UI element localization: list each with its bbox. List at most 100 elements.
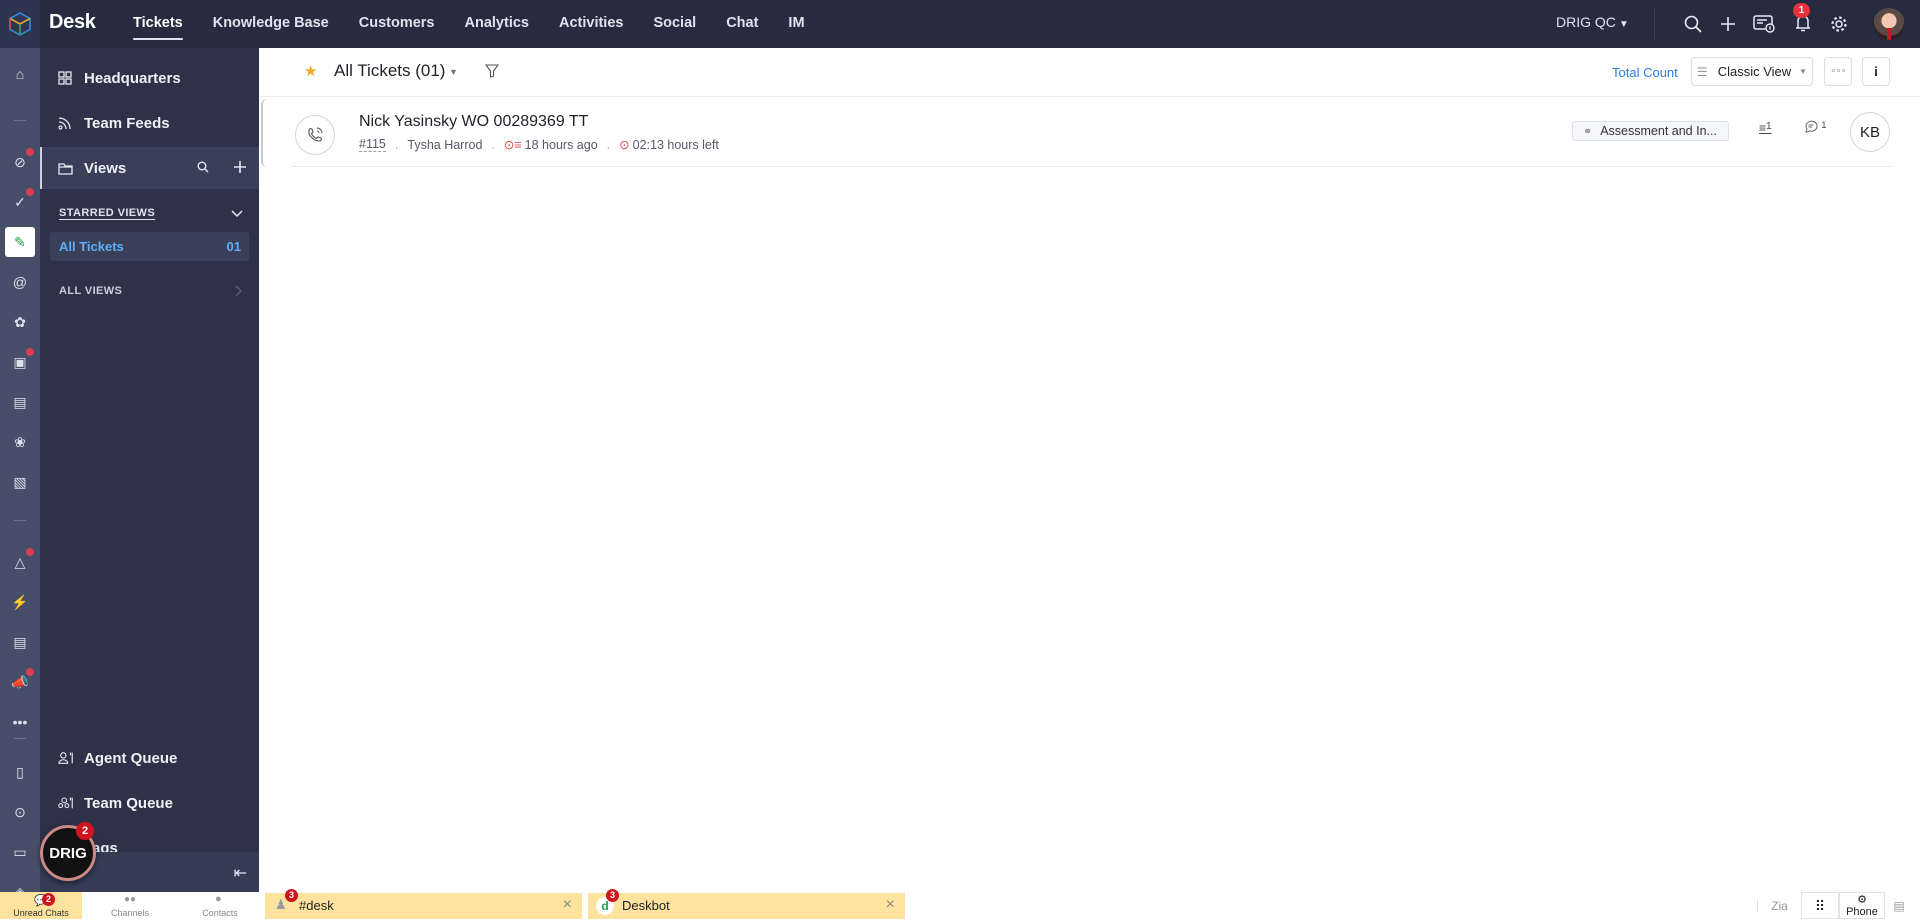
view-header: ★ All Tickets (01) ▼ Total Count ☰ Class… xyxy=(259,48,1920,97)
user-avatar[interactable] xyxy=(1873,8,1905,40)
zia-icon[interactable]: Zia xyxy=(1757,898,1801,913)
comment-count[interactable]: 1 xyxy=(1804,120,1826,136)
nav-tab-im[interactable]: IM xyxy=(773,0,819,48)
chat-window-title: #desk xyxy=(299,898,334,913)
panel-item-team-feeds[interactable]: Team Feeds xyxy=(40,102,259,144)
close-icon[interactable]: × xyxy=(886,896,895,914)
settings-card-icon[interactable]: ▧ xyxy=(8,470,32,494)
team-queue-icon xyxy=(58,795,74,811)
caret-down-icon[interactable]: ▼ xyxy=(449,67,458,77)
home-icon[interactable]: ⌂ xyxy=(8,62,32,86)
chatbar-tab-channels[interactable]: ●● Channels xyxy=(90,892,170,919)
search-views-icon[interactable] xyxy=(197,160,209,178)
dialpad-icon[interactable]: ⠿ xyxy=(1801,892,1839,919)
gear-icon[interactable] xyxy=(1827,12,1851,36)
info-button[interactable]: i xyxy=(1862,57,1890,86)
starred-views-heading[interactable]: STARRED VIEWS xyxy=(59,207,155,219)
panel-item-headquarters[interactable]: Headquarters xyxy=(40,57,259,99)
nav-tab-social[interactable]: Social xyxy=(638,0,711,48)
mountain-icon[interactable]: △ xyxy=(8,548,34,574)
nav-tab-tickets[interactable]: Tickets xyxy=(118,0,198,48)
tickets-icon[interactable]: ✎ xyxy=(5,227,35,257)
cubes-icon[interactable]: ❀ xyxy=(8,430,32,454)
archive-icon[interactable]: ▤ xyxy=(1885,899,1913,913)
search-icon[interactable] xyxy=(1681,12,1705,36)
unread-badge: 2 xyxy=(42,893,55,906)
due-clock-icon: ⊙ xyxy=(619,138,630,152)
at-mention-icon[interactable]: @ xyxy=(8,270,32,294)
all-views-heading[interactable]: ALL VIEWS xyxy=(59,285,122,297)
filter-icon[interactable] xyxy=(484,64,500,83)
caret-down-icon: ▼ xyxy=(1799,67,1808,76)
org-name: DRIG QC xyxy=(1556,14,1616,30)
nav-tab-activities[interactable]: Activities xyxy=(544,0,638,48)
tab-label: Channels xyxy=(110,908,150,918)
ticket-subject[interactable]: Nick Yasinsky WO 00289369 TT xyxy=(359,113,588,131)
more-dots-icon: ∘∘∘ xyxy=(1830,66,1847,77)
assignee-avatar[interactable]: KB xyxy=(1850,112,1890,152)
chat-badge: 3 xyxy=(285,889,298,902)
ticket-number[interactable]: #115 xyxy=(359,137,386,152)
feed-icon xyxy=(58,115,74,131)
ticket-info-icon[interactable] xyxy=(1752,12,1776,36)
more-options-button[interactable]: ∘∘∘ xyxy=(1824,57,1852,86)
starred-view-all-tickets[interactable]: All Tickets 01 xyxy=(50,232,249,261)
more-icon[interactable]: ••• xyxy=(8,710,32,734)
separator: . xyxy=(606,137,611,152)
side-panel: Headquarters Team Feeds Views STARRED VI… xyxy=(40,48,259,892)
view-name: All Tickets xyxy=(59,239,124,254)
nav-tab-chat[interactable]: Chat xyxy=(711,0,773,48)
ticket-contact[interactable]: Tysha Harrod xyxy=(407,138,482,152)
total-count-link[interactable]: Total Count xyxy=(1612,65,1678,80)
ticket-tag[interactable]: ⚭ Assessment and In... xyxy=(1572,121,1729,141)
panel-item-team-queue[interactable]: Team Queue xyxy=(40,782,259,824)
chat-badge: 3 xyxy=(606,889,619,902)
plus-icon[interactable] xyxy=(1716,12,1740,36)
chat-window-deskbot[interactable]: d 3 Deskbot × xyxy=(588,889,905,919)
chatbar-tab-unread-chats[interactable]: 💬 2 Unread Chats xyxy=(0,892,82,919)
view-title[interactable]: All Tickets (01) xyxy=(334,61,445,81)
search-zoom-icon[interactable]: ⊙ xyxy=(8,800,32,824)
add-view-icon[interactable] xyxy=(233,160,247,178)
view-mode-dropdown[interactable]: ☰ Classic View ▼ xyxy=(1691,57,1813,86)
nav-tab-knowledge-base[interactable]: Knowledge Base xyxy=(198,0,344,48)
folder-icon xyxy=(58,160,74,176)
flower-icon[interactable]: ✿ xyxy=(8,310,32,334)
wallet-icon[interactable]: ▭ xyxy=(8,840,32,864)
contact-book-icon[interactable]: ▯ xyxy=(8,760,32,784)
panel-item-views[interactable]: Views xyxy=(40,147,259,189)
chevron-right-icon[interactable] xyxy=(235,284,243,302)
star-icon[interactable]: ★ xyxy=(304,62,317,80)
channel-phone-icon xyxy=(295,115,335,155)
phone-settings-button[interactable]: ⚙ Phone xyxy=(1839,892,1885,919)
thread-count[interactable]: ≡1 xyxy=(1759,121,1772,135)
note-icon[interactable]: ▤ xyxy=(8,630,32,654)
group-icon: ●● xyxy=(124,894,137,905)
tab-label: Contacts xyxy=(202,908,238,918)
close-icon[interactable]: × xyxy=(563,896,572,914)
rail-divider xyxy=(14,520,26,521)
app-logo[interactable] xyxy=(0,0,40,48)
panel-item-label: Headquarters xyxy=(84,69,181,87)
tag-icon: ⚭ xyxy=(1583,125,1593,138)
chat-window-desk[interactable]: ♟ 3 #desk × xyxy=(265,889,582,919)
checks-icon[interactable]: ✓ xyxy=(8,188,34,214)
link-chat-icon[interactable]: ⊘ xyxy=(8,148,34,174)
panel-item-agent-queue[interactable]: Agent Queue xyxy=(40,737,259,779)
separator: . xyxy=(491,137,495,152)
documents-icon[interactable]: ▤ xyxy=(8,390,32,414)
top-navigation-bar: Desk Tickets Knowledge Base Customers An… xyxy=(0,0,1920,48)
org-switcher[interactable]: DRIG QC ▼ xyxy=(1556,14,1629,30)
nav-tab-customers[interactable]: Customers xyxy=(344,0,450,48)
chevron-down-icon[interactable] xyxy=(231,205,243,223)
phone-label: Phone xyxy=(1846,906,1878,918)
collapse-panel-icon[interactable]: ⇤ xyxy=(234,863,247,883)
notification-dot xyxy=(26,148,34,156)
panel-item-label: Team Feeds xyxy=(84,114,170,132)
chatbar-tab-contacts[interactable]: ● Contacts xyxy=(180,892,260,919)
created-time-icon: ⊙≡ xyxy=(503,138,522,152)
analytics-folder-icon[interactable]: ▣ xyxy=(8,348,34,374)
megaphone-icon[interactable]: 📣 xyxy=(8,668,34,694)
lightning-icon[interactable]: ⚡ xyxy=(8,590,32,614)
nav-tab-analytics[interactable]: Analytics xyxy=(450,0,544,48)
